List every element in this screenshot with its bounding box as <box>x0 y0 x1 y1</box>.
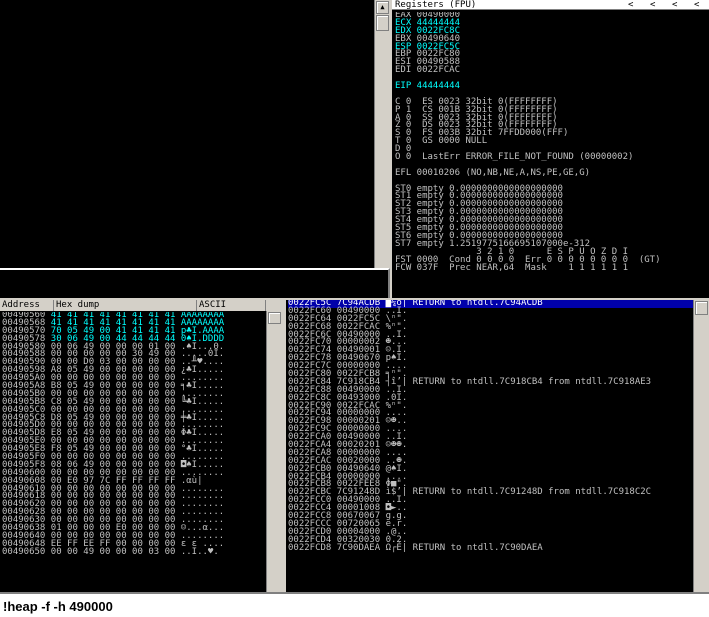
registers-nav-left4-icon[interactable]: < <box>694 0 699 10</box>
command-bar <box>0 592 709 617</box>
stack-scroll-thumb[interactable] <box>695 301 708 315</box>
register-line[interactable]: EIP 44444444 <box>395 82 707 91</box>
registers-nav-left3-icon[interactable]: < <box>672 0 677 10</box>
stack-row[interactable]: 0022FCD8 7C90DAEA Ω┌É| RETURN to ntdll.7… <box>288 542 693 553</box>
register-line[interactable]: EDI 0022FCAC <box>395 66 707 75</box>
disassembly-pane[interactable] <box>0 0 390 268</box>
scroll-thumb[interactable] <box>376 15 389 31</box>
dump-scrollbar[interactable] <box>266 311 282 592</box>
registers-title: Registers (FPU) <box>395 0 477 10</box>
registers-nav-left2-icon[interactable]: < <box>650 0 655 10</box>
dump-col-address[interactable]: Address <box>0 300 54 311</box>
dump-hex: 00 00 49 00 00 00 03 00 <box>50 546 176 557</box>
dump-row[interactable]: 00490650 00 00 49 00 00 00 03 00 ..I..♥. <box>2 546 266 557</box>
registers-pane[interactable]: Registers (FPU) < < < < EAX 00490000 ECX … <box>392 0 709 298</box>
hex-dump-pane[interactable]: Address Hex dump ASCII 00490560 41 41 41… <box>0 300 282 592</box>
register-line[interactable]: O 0 LastErr ERROR_FILE_NOT_FOUND (000000… <box>395 153 707 162</box>
stack-comment: RETURN to ntdll.7C91248D from ntdll.7C91… <box>412 487 652 498</box>
dump-col-hex[interactable]: Hex dump <box>54 300 197 311</box>
register-line[interactable]: T 0 GS 0000 NULL <box>395 137 707 146</box>
registers-list: EAX 00490000 ECX 44444444 EDX 0022FC8C EBX … <box>395 12 707 296</box>
stack-pane[interactable]: 0022FC5C 7C94ACDB █¼ö| RETURN to ntdll.7… <box>286 300 709 592</box>
dump-col-ascii[interactable]: ASCII <box>197 300 266 311</box>
dump-header: Address Hex dump ASCII <box>0 300 282 311</box>
info-pane <box>0 268 390 298</box>
stack-value: 7C90DAEA <box>336 542 381 553</box>
dump-scroll-thumb[interactable] <box>268 312 281 324</box>
command-input[interactable] <box>0 596 709 616</box>
register-line[interactable]: FCW 037F Prec NEAR,64 Mask 1 1 1 1 1 1 <box>395 263 707 273</box>
register-line[interactable]: EFL 00010206 (NO,NB,NE,A,NS,PE,GE,G) <box>395 168 707 178</box>
registers-title-bar: Registers (FPU) < < < < <box>392 0 709 10</box>
stack-address: 0022FCD8 <box>288 542 332 553</box>
registers-nav-left-icon[interactable]: < <box>628 0 633 10</box>
stack-comment: RETURN to ntdll.7C90DAEA <box>412 542 543 553</box>
stack-comment: RETURN to ntdll.7C94ACDB <box>412 300 543 308</box>
stack-ascii: Ω┌É| <box>385 542 408 553</box>
dump-rows: 00490560 41 41 41 41 41 41 41 41 AAAAAAA… <box>2 312 266 592</box>
dump-ascii: ..I..♥. <box>180 546 219 557</box>
stack-rows: 0022FC5C 7C94ACDB █¼ö| RETURN to ntdll.7… <box>288 300 693 592</box>
dump-address: 00490650 <box>2 546 46 557</box>
scroll-up-icon[interactable]: ▲ <box>376 1 389 14</box>
stack-comment: RETURN to ntdll.7C918CB4 from ntdll.7C91… <box>412 376 652 387</box>
disassembly-scrollbar[interactable]: ▲ <box>374 0 390 268</box>
stack-scrollbar[interactable] <box>693 300 709 592</box>
